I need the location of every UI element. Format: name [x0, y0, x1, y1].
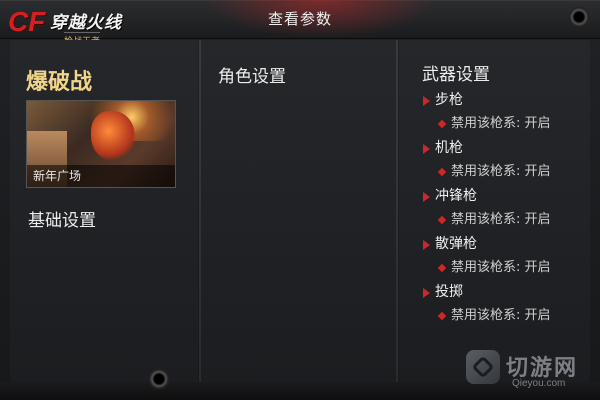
- weapon-option-text: 禁用该枪系: 开启: [451, 116, 551, 131]
- red-diamond-icon: [437, 263, 447, 273]
- weapon-item: 步枪: [421, 88, 596, 112]
- map-card: 新年广场: [26, 100, 176, 188]
- red-triangle-icon: [423, 144, 430, 154]
- weapon-option: 禁用该枪系: 开启: [421, 208, 596, 232]
- weapon-name: 机枪: [435, 140, 463, 156]
- weapon-option-text: 禁用该枪系: 开启: [451, 164, 551, 179]
- weapon-option-text: 禁用该枪系: 开启: [451, 308, 551, 323]
- weapon-item: 冲锋枪: [421, 184, 596, 208]
- weapon-option: 禁用该枪系: 开启: [421, 112, 596, 136]
- weapon-name: 步枪: [435, 92, 463, 108]
- column-divider: [199, 40, 201, 382]
- weapon-list: 步枪 禁用该枪系: 开启 机枪 禁用该枪系: 开启 冲锋枪 禁用该枪系: 开启 …: [421, 88, 596, 328]
- weapon-settings-heading: 武器设置: [422, 65, 490, 85]
- weapon-item: 机枪: [421, 136, 596, 160]
- map-thumbnail-dragon: [91, 111, 135, 161]
- logo-game-name: 穿越火线: [50, 13, 122, 33]
- weapon-item: 投掷: [421, 280, 596, 304]
- weapon-item: 散弹枪: [421, 232, 596, 256]
- base-settings-heading: 基础设置: [28, 211, 96, 231]
- red-triangle-icon: [423, 96, 430, 106]
- logo-cf-mark: CF: [8, 6, 46, 37]
- red-triangle-icon: [423, 192, 430, 202]
- bullet-hole-icon: [568, 6, 590, 28]
- watermark-subtext: Qieyou.com: [512, 378, 566, 389]
- red-diamond-icon: [437, 311, 447, 321]
- mode-title: 爆破战: [26, 70, 93, 95]
- red-diamond-icon: [437, 215, 447, 225]
- weapon-name: 冲锋枪: [435, 188, 477, 204]
- red-diamond-icon: [437, 119, 447, 129]
- weapon-option-text: 禁用该枪系: 开启: [451, 260, 551, 275]
- weapon-option: 禁用该枪系: 开启: [421, 160, 596, 184]
- red-diamond-icon: [437, 167, 447, 177]
- weapon-option-text: 禁用该枪系: 开启: [451, 212, 551, 227]
- watermark: 切游网 Qieyou.com: [466, 348, 596, 394]
- weapon-option: 禁用该枪系: 开启: [421, 304, 596, 328]
- red-triangle-icon: [423, 288, 430, 298]
- column-divider: [396, 40, 398, 382]
- role-panel: [201, 40, 396, 382]
- map-name: 新年广场: [27, 165, 175, 187]
- bullet-hole-icon: [148, 368, 170, 390]
- weapon-option: 禁用该枪系: 开启: [421, 256, 596, 280]
- weapon-name: 投掷: [435, 284, 463, 300]
- red-triangle-icon: [423, 240, 430, 250]
- watermark-logo-icon: [466, 350, 500, 384]
- role-settings-heading: 角色设置: [218, 67, 286, 87]
- weapon-name: 散弹枪: [435, 236, 477, 252]
